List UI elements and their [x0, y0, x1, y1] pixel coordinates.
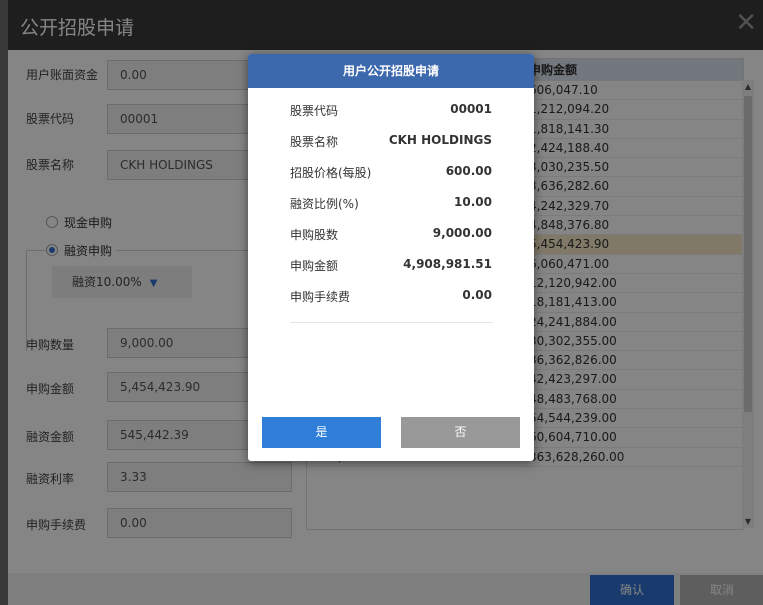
- no-button[interactable]: 否: [401, 417, 520, 448]
- dialog-row-label: 申购股数: [290, 228, 339, 242]
- confirm-dialog: 用户公开招股申请 股票代码 00001 股票名称 CKH HOLDINGS 招股价格(每…: [248, 54, 534, 461]
- dialog-row-value: 10.00: [454, 195, 492, 209]
- yes-button[interactable]: 是: [262, 417, 381, 448]
- dialog-row: 股票代码 00001: [290, 102, 492, 122]
- dialog-row: 股票名称 CKH HOLDINGS: [290, 133, 492, 153]
- dialog-row-label: 申购手续费: [290, 290, 351, 304]
- dialog-row-label: 股票名称: [290, 135, 339, 149]
- dialog-row-label: 股票代码: [290, 104, 339, 118]
- dialog-row: 申购股数 9,000.00: [290, 226, 492, 246]
- dialog-row-value: 600.00: [445, 164, 492, 178]
- dialog-row-label: 申购金额: [290, 259, 339, 273]
- dialog-row: 融资比例(%) 10.00: [290, 195, 492, 215]
- dialog-row-value: 0.00: [462, 288, 492, 302]
- dialog-title: 用户公开招股申请: [248, 54, 534, 88]
- dialog-row-value: CKH HOLDINGS: [388, 133, 492, 147]
- dialog-divider: [290, 322, 493, 323]
- dialog-row: 申购金额 4,908,981.51: [290, 257, 492, 277]
- dialog-row: 招股价格(每股) 600.00: [290, 164, 492, 184]
- dialog-row-value: 4,908,981.51: [403, 257, 492, 271]
- dialog-row-label: 融资比例(%): [290, 197, 359, 211]
- dialog-row: 申购手续费 0.00: [290, 288, 492, 308]
- dialog-row-value: 9,000.00: [432, 226, 492, 240]
- dialog-row-value: 00001: [450, 102, 492, 116]
- dialog-row-label: 招股价格(每股): [290, 166, 372, 180]
